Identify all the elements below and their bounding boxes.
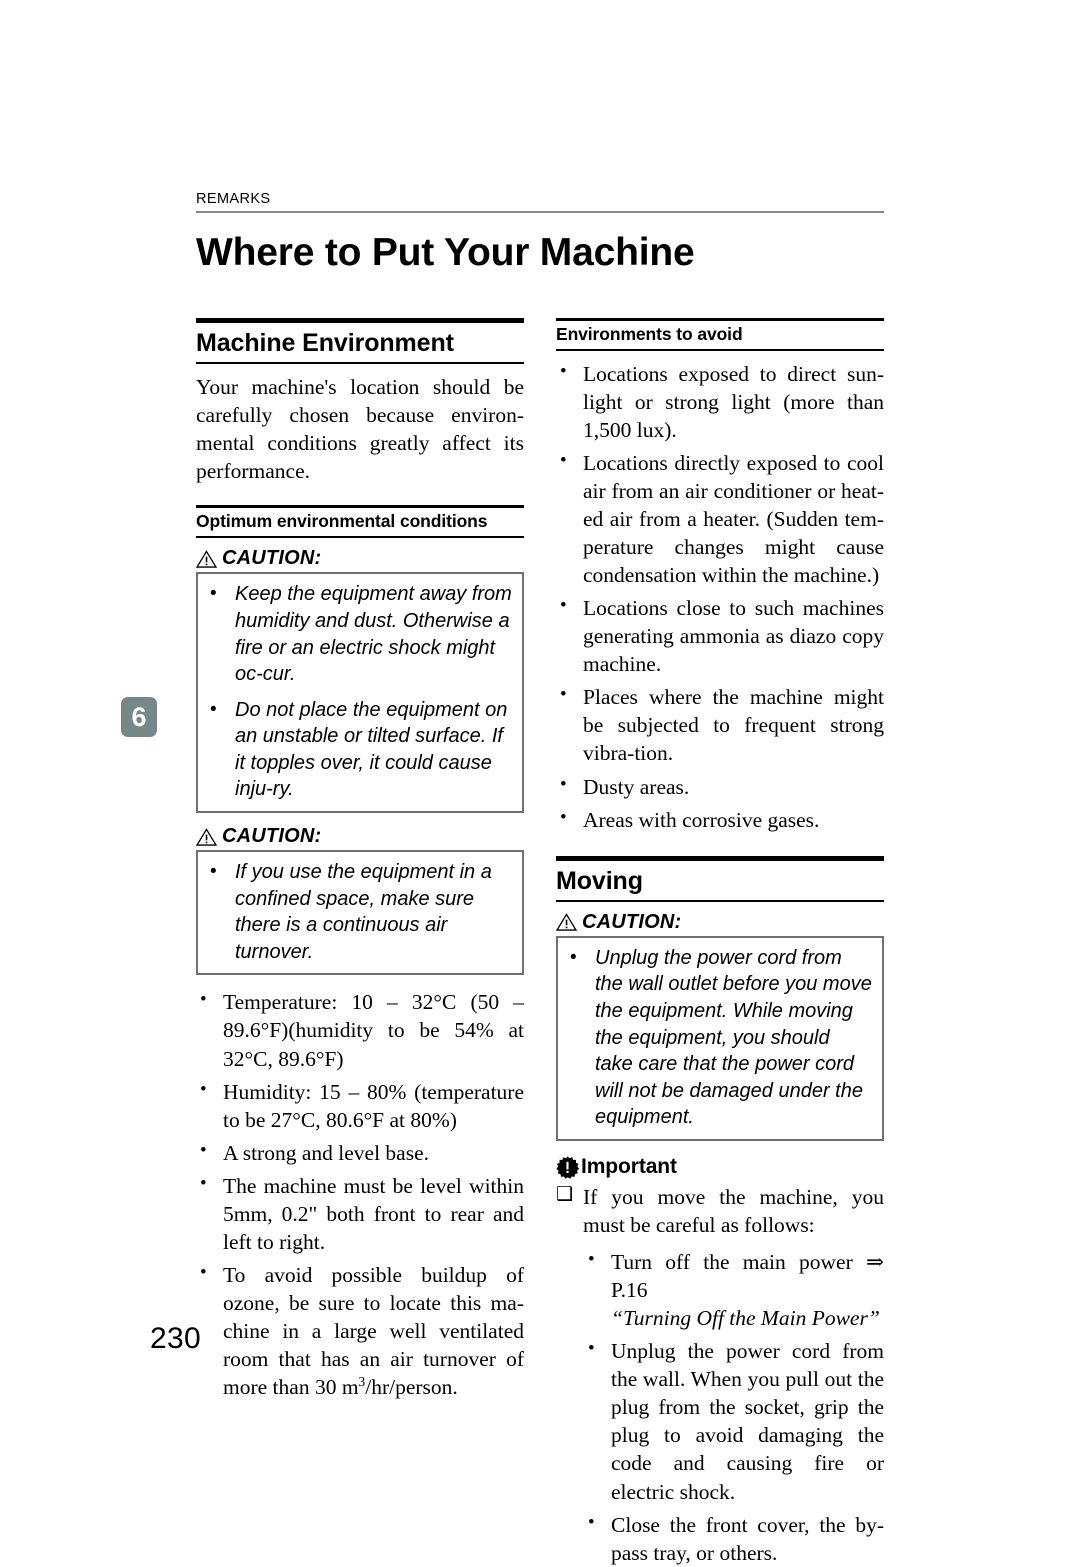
page-title: Where to Put Your Machine <box>196 231 695 274</box>
subsection-heading-environments-to-avoid: Environments to avoid <box>556 318 884 351</box>
section-heading-label: Machine Environment <box>196 329 454 357</box>
subheading-rule-bottom <box>196 536 524 539</box>
list-item-text: Turn off the main power ⇒ P.16 <box>611 1250 884 1303</box>
list-item-reference: “Turning Off the Main Power” <box>611 1306 880 1331</box>
list-item: Dusty areas. <box>556 773 884 801</box>
caution-label-moving: CAUTION: <box>555 910 884 934</box>
caution-list-2: If you use the equipment in a confined s… <box>204 859 512 965</box>
caution-box-moving: Unplug the power cord from the wall outl… <box>556 935 884 1142</box>
heading-rule-bottom <box>196 362 524 365</box>
header-divider-rule <box>196 210 884 213</box>
environments-to-avoid-list: Locations exposed to direct sun-light or… <box>556 360 884 834</box>
section-heading-machine-environment: Machine Environment <box>196 318 524 365</box>
list-item: Locations exposed to direct sun-light or… <box>556 360 884 444</box>
list-item-ozone: To avoid possible buildup of ozone, be s… <box>196 1261 524 1401</box>
list-item: Unplug the power cord from the wall. Whe… <box>584 1337 884 1505</box>
chapter-tab-marker: 6 <box>121 697 157 737</box>
caution-box-1: Keep the equipment away from humidity an… <box>196 572 524 814</box>
caution-item: Do not place the equipment on an unstabl… <box>204 697 512 803</box>
important-label: Important <box>581 1155 677 1179</box>
caution-item: Keep the equipment away from humidity an… <box>204 581 512 687</box>
list-item: Areas with corrosive gases. <box>556 806 884 834</box>
list-item: Places where the machine might be subjec… <box>556 683 884 767</box>
caution-box-2: If you use the equipment in a confined s… <box>196 850 524 976</box>
page-number: 230 <box>150 1322 201 1355</box>
section-heading-moving: Moving <box>556 855 884 902</box>
list-item: Locations directly exposed to cool air f… <box>556 449 884 589</box>
caution-list-1: Keep the equipment away from humidity an… <box>204 581 512 803</box>
running-header-label: REMARKS <box>196 191 271 207</box>
caution-label-2: CAUTION: <box>195 825 524 848</box>
subsection-heading-label: Optimum environmental conditions <box>196 511 488 532</box>
caution-list-moving: Unplug the power cord from the wall outl… <box>564 945 872 1131</box>
important-sub-list: Turn off the main power ⇒ P.16 “Turning O… <box>584 1248 884 1567</box>
heading-rule-bottom <box>556 899 884 902</box>
section-heading-label: Moving <box>556 866 643 895</box>
important-heading: Important <box>556 1155 884 1179</box>
optimum-conditions-list: Temperature: 10 – 32°C (50 – 89.6°F)(hum… <box>196 988 524 1401</box>
warning-triangle-icon <box>195 827 218 846</box>
list-item: Close the front cover, the by-pass tray,… <box>584 1511 884 1567</box>
list-item: Locations close to such machines generat… <box>556 594 884 678</box>
subheading-rule-bottom <box>556 348 884 351</box>
list-item: Humidity: 15 – 80% (temperature to be 27… <box>196 1078 524 1134</box>
important-burst-icon <box>556 1155 580 1179</box>
caution-label-1: CAUTION: <box>195 547 524 570</box>
caution-label-text-2: CAUTION: <box>222 825 322 848</box>
list-item: Turn off the main power ⇒ P.16 “Turning O… <box>584 1248 884 1332</box>
subsection-heading-optimum-conditions: Optimum environmental conditions <box>196 505 524 539</box>
left-column: Machine Environment Your machine's locat… <box>195 318 524 1401</box>
document-page: REMARKS Where to Put Your Machine 6 230 … <box>0 0 1080 1565</box>
caution-item: Unplug the power cord from the wall outl… <box>564 945 872 1131</box>
list-item: The machine must be level within 5mm, 0.… <box>196 1172 524 1256</box>
important-lead-list: If you move the machine, you must be car… <box>556 1182 884 1239</box>
caution-item: If you use the equipment in a confined s… <box>204 859 512 965</box>
list-item: A strong and level base. <box>196 1139 524 1167</box>
warning-triangle-icon <box>195 549 218 568</box>
warning-triangle-icon <box>555 913 578 932</box>
intro-paragraph: Your machine's location should be carefu… <box>196 375 524 484</box>
caution-label-text-moving: CAUTION: <box>582 910 682 933</box>
subsection-heading-label: Environments to avoid <box>556 324 743 344</box>
ozone-text-suffix: /hr/person. <box>365 1375 458 1400</box>
running-header: REMARKS <box>196 191 884 213</box>
list-item: Temperature: 10 – 32°C (50 – 89.6°F)(hum… <box>196 988 524 1072</box>
right-column: Environments to avoid Locations exposed … <box>555 318 884 1567</box>
list-item: If you move the machine, you must be car… <box>556 1182 884 1239</box>
caution-label-text-1: CAUTION: <box>222 547 322 570</box>
